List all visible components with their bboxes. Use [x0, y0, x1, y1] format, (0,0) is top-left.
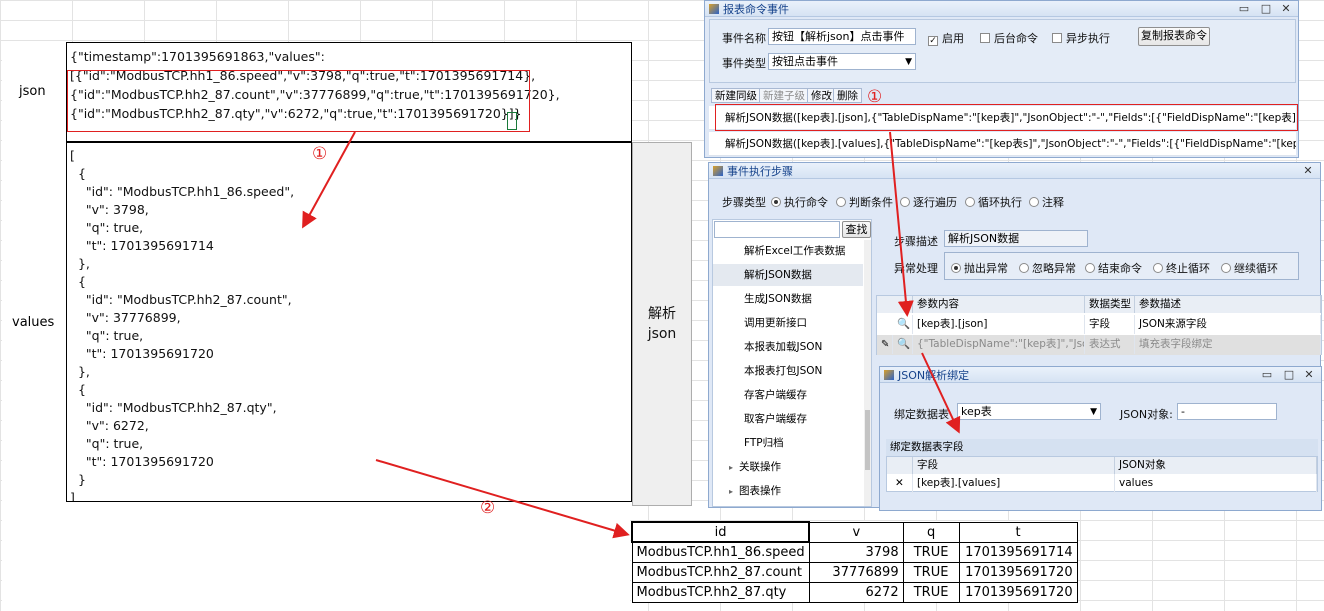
annotation-arrows — [302, 131, 961, 539]
screenshot-root: json values {"timestamp":1701395691863,"… — [0, 0, 1324, 611]
arrow-2 — [375, 459, 630, 539]
arrow-3 — [921, 352, 961, 434]
arrow-1-left — [302, 131, 356, 229]
arrow-1-right — [889, 131, 914, 317]
